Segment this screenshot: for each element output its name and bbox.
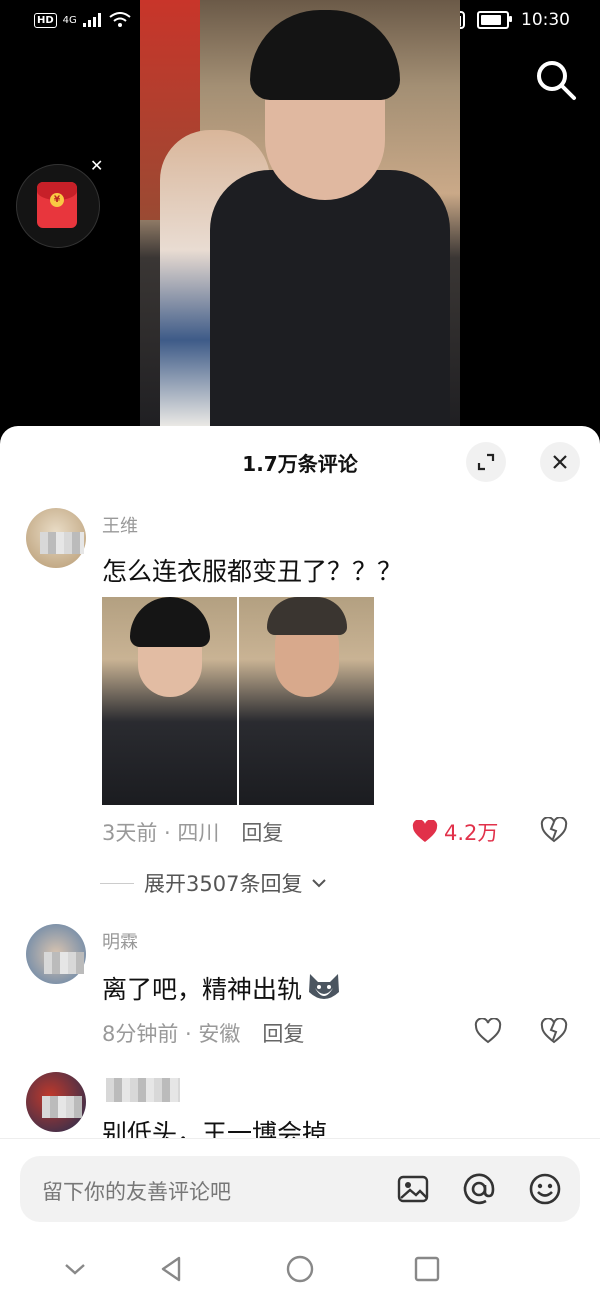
comment-location: 四川 xyxy=(177,821,220,845)
reply-button[interactable]: 回复 xyxy=(262,1018,304,1048)
comment-image-right[interactable] xyxy=(239,597,374,805)
like-count: 4.2万 xyxy=(444,821,499,845)
husky-emoji-icon xyxy=(309,974,340,999)
avatar-mosaic xyxy=(42,1096,82,1118)
dislike-heart-icon[interactable] xyxy=(540,817,568,843)
network-label: 4G xyxy=(62,14,77,26)
comment-image-attachment[interactable] xyxy=(102,597,374,805)
heart-filled-icon xyxy=(412,820,438,842)
home-icon[interactable] xyxy=(285,1254,315,1284)
close-icon xyxy=(553,455,567,469)
comment-meta: 8分钟前 · 安徽 回复 xyxy=(102,1018,304,1048)
clock: 10:30 xyxy=(521,10,570,30)
reply-button[interactable]: 回复 xyxy=(241,817,283,847)
dislike-heart-icon[interactable] xyxy=(540,1018,568,1044)
comments-count-title: 1.7万条评论 xyxy=(242,452,358,476)
username-mosaic xyxy=(106,1078,180,1102)
comment-meta: 3天前 · 四川 回复 xyxy=(102,817,283,847)
expand-replies-label: 展开3507条回复 xyxy=(144,872,303,896)
red-packet-close-icon[interactable]: ✕ xyxy=(90,156,103,175)
avatar-mosaic xyxy=(44,952,84,974)
expand-panel-button[interactable] xyxy=(466,442,506,482)
comment-input[interactable]: 留下你的友善评论吧 xyxy=(20,1156,580,1222)
divider xyxy=(0,1138,600,1139)
close-panel-button[interactable] xyxy=(540,442,580,482)
avatar-mosaic xyxy=(40,532,84,554)
red-packet-button[interactable]: ¥ xyxy=(16,164,100,248)
hd-badge: HD xyxy=(34,12,57,28)
mention-icon[interactable] xyxy=(462,1172,496,1206)
comment-location: 安徽 xyxy=(198,1022,241,1046)
like-button[interactable]: 4.2万 xyxy=(412,817,498,847)
emoji-icon[interactable] xyxy=(528,1172,562,1206)
comment-text: 怎么连衣服都变丑了？？？ xyxy=(102,557,403,586)
comment-text: 离了吧，精神出轨 xyxy=(102,975,303,1004)
image-icon[interactable] xyxy=(396,1172,430,1206)
search-icon[interactable] xyxy=(534,58,578,102)
chevron-down-icon xyxy=(312,879,327,888)
expand-replies-button[interactable]: 展开3507条回复 xyxy=(100,868,327,898)
comment-item: 别低头，王一博会掉 xyxy=(0,1070,600,1138)
recents-icon[interactable] xyxy=(412,1254,442,1284)
red-packet-icon: ¥ xyxy=(37,182,77,228)
comment-image-left[interactable] xyxy=(102,597,237,805)
comment-username[interactable]: 明霖 xyxy=(102,928,138,954)
comment-input-placeholder: 留下你的友善评论吧 xyxy=(42,1180,231,1204)
heart-outline-icon[interactable] xyxy=(474,1018,502,1044)
wifi-icon xyxy=(109,12,131,27)
comment-text: 别低头，王一博会掉 xyxy=(102,1119,328,1138)
comment-text-row: 离了吧，精神出轨 xyxy=(102,970,342,1006)
comment-time: 3天前 xyxy=(102,821,158,845)
video-person-man xyxy=(210,10,450,430)
battery-icon xyxy=(477,11,512,29)
comments-panel: 1.7万条评论 王维 怎么连衣服都变丑了？？？ 3天前 · 四川 回复 4.2万… xyxy=(0,426,600,1300)
system-nav-bar xyxy=(0,1242,600,1300)
signal-icon xyxy=(82,13,101,27)
video-frame[interactable] xyxy=(140,0,460,430)
expand-icon xyxy=(477,453,495,471)
back-icon[interactable] xyxy=(157,1254,187,1284)
comment-time: 8分钟前 xyxy=(102,1022,179,1046)
comment-username[interactable]: 王维 xyxy=(102,512,138,538)
hide-keyboard-icon[interactable] xyxy=(60,1254,90,1284)
